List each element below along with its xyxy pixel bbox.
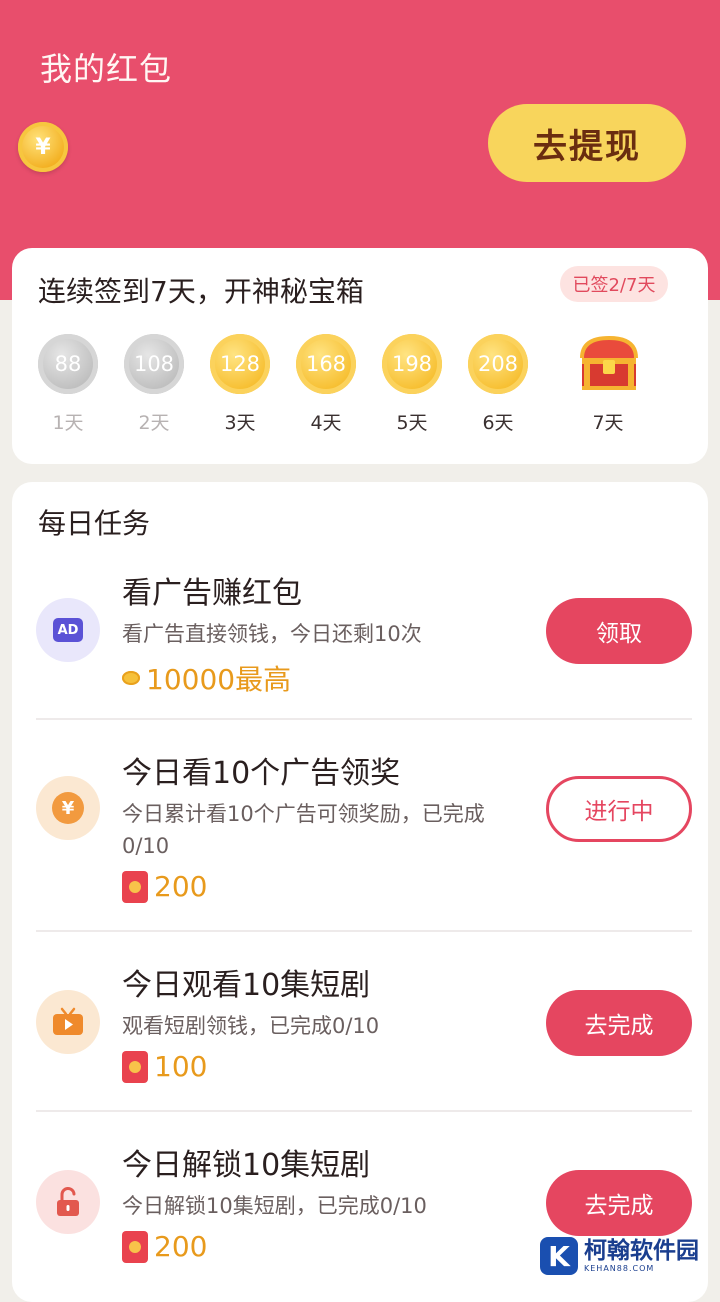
task-title: 今日观看10集短剧 xyxy=(122,968,371,1003)
task-reward: 10000最高 xyxy=(122,658,291,698)
task-reward: 200 xyxy=(122,870,207,903)
watermark-name: 柯翰软件园 xyxy=(584,1237,699,1264)
checkin-day-2[interactable]: 108 2天 xyxy=(122,334,186,435)
task-item-watch-drama: 今日观看10集短剧 观看短剧领钱，已完成0/10 100 去完成 xyxy=(12,954,708,1104)
go-complete-button[interactable]: 去完成 xyxy=(546,990,692,1056)
day-label: 3天 xyxy=(224,412,256,434)
checkin-day-7[interactable]: 7天 xyxy=(576,334,640,435)
red-envelope-icon xyxy=(122,1230,148,1263)
day-label: 4天 xyxy=(310,412,342,434)
checkin-card: 连续签到7天，开神秘宝箱 已签2/7天 88 1天 108 2天 128 3天 … xyxy=(12,248,708,464)
page-title: 我的红包 xyxy=(40,50,173,88)
coin-icon: 108 xyxy=(124,334,184,394)
divider xyxy=(36,930,692,932)
checkin-day-6[interactable]: 208 6天 xyxy=(466,334,530,435)
withdraw-button[interactable]: 去提现 xyxy=(488,104,686,182)
checkin-day-1[interactable]: 88 1天 xyxy=(36,334,100,435)
red-envelope-icon xyxy=(122,1050,148,1083)
tasks-section-title: 每日任务 xyxy=(38,507,151,540)
treasure-chest-icon xyxy=(576,334,642,394)
task-title: 今日看10个广告领奖 xyxy=(122,756,401,791)
divider xyxy=(36,718,692,720)
daily-tasks-card: 每日任务 AD 看广告赚红包 看广告直接领钱，今日还剩10次 10000最高 领… xyxy=(12,482,708,1302)
tv-play-icon xyxy=(36,990,100,1054)
day-label: 1天 xyxy=(52,412,84,434)
go-complete-button[interactable]: 去完成 xyxy=(546,1170,692,1236)
red-envelope-icon xyxy=(122,870,148,903)
yuan-coin-icon: ¥ xyxy=(18,122,68,172)
day-label: 7天 xyxy=(592,412,624,434)
coin-icon: 198 xyxy=(382,334,442,394)
checkin-day-4[interactable]: 168 4天 xyxy=(294,334,358,435)
checkin-day-3[interactable]: 128 3天 xyxy=(208,334,272,435)
coin-icon: 128 xyxy=(210,334,270,394)
task-description: 观看短剧领钱，已完成0/10 xyxy=(122,1014,380,1038)
checkin-progress-badge: 已签2/7天 xyxy=(560,266,668,302)
divider xyxy=(36,1110,692,1112)
task-description: 看广告直接领钱，今日还剩10次 xyxy=(122,622,422,646)
in-progress-button[interactable]: 进行中 xyxy=(546,776,692,842)
day-label: 6天 xyxy=(482,412,514,434)
task-item-ad-milestone: ¥ 今日看10个广告领奖 今日累计看10个广告可领奖励，已完成0/10 200 … xyxy=(12,744,708,924)
watermark-domain: KEHAN88.COM xyxy=(584,1263,655,1273)
unlock-icon xyxy=(36,1170,100,1234)
task-reward: 100 xyxy=(122,1050,207,1083)
task-description: 今日解锁10集短剧，已完成0/10 xyxy=(122,1194,427,1218)
watermark-logo: K xyxy=(540,1237,578,1275)
reward-amount: 100 xyxy=(154,1050,208,1083)
coin-icon: 168 xyxy=(296,334,356,394)
watermark: K 柯翰软件园 KEHAN88.COM xyxy=(540,1232,720,1280)
coin-icon: 88 xyxy=(38,334,98,394)
ad-icon: AD xyxy=(36,598,100,662)
task-item-watch-ad: AD 看广告赚红包 看广告直接领钱，今日还剩10次 10000最高 领取 xyxy=(12,562,708,712)
task-description: 今日累计看10个广告可领奖励，已完成0/10 xyxy=(122,802,485,858)
task-reward: 200 xyxy=(122,1230,207,1263)
reward-amount: 10000最高 xyxy=(146,663,292,696)
reward-amount: 200 xyxy=(154,870,208,903)
yuan-coin-icon: ¥ xyxy=(36,776,100,840)
task-title: 看广告赚红包 xyxy=(122,576,302,611)
checkin-title: 连续签到7天，开神秘宝箱 xyxy=(38,275,364,308)
task-title: 今日解锁10集短剧 xyxy=(122,1148,371,1183)
reward-amount: 200 xyxy=(154,1230,208,1263)
claim-button[interactable]: 领取 xyxy=(546,598,692,664)
day-label: 2天 xyxy=(138,412,170,434)
coin-icon: 208 xyxy=(468,334,528,394)
coin-icon xyxy=(122,671,140,685)
checkin-day-5[interactable]: 198 5天 xyxy=(380,334,444,435)
day-label: 5天 xyxy=(396,412,428,434)
